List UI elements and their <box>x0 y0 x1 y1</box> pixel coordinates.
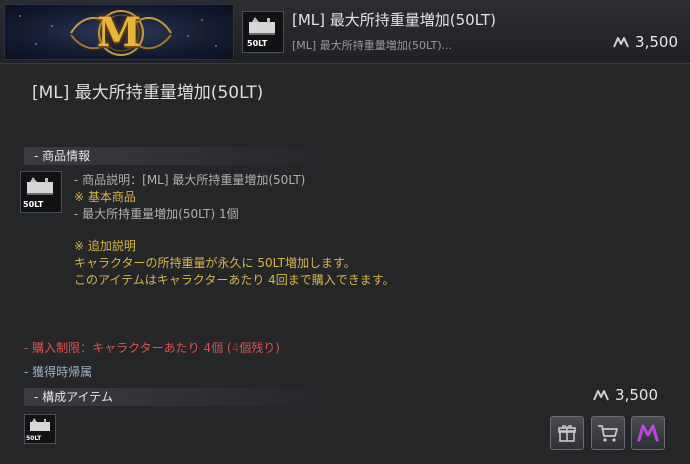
bind-on-acquire-note: - 獲得時帰属 <box>24 365 93 379</box>
additional-line-2: このアイテムはキャラクターあたり 4回まで購入できます。 <box>74 273 395 287</box>
product-info-section-header: - 商品情報 <box>24 147 324 165</box>
product-contents-line: - 最大所持重量増加(50LT) 1個 <box>74 207 239 221</box>
basic-product-note: ※ 基本商品 <box>74 190 136 204</box>
additional-line-1: キャラクターの所持重量が永久に 50LT増加します。 <box>74 256 356 270</box>
weight-item-icon: 50LT <box>247 17 275 48</box>
components-section-header: - 構成アイテム <box>24 388 324 406</box>
banner-logo-letter: M <box>96 8 142 56</box>
product-description-line: - 商品説明：[ML] 最大所持重量増加(50LT) <box>74 173 306 187</box>
additional-description: ※ 追加説明 キャラクターの所持重量が永久に 50LT増加します。 このアイテム… <box>74 238 395 289</box>
buy-with-pearls-button[interactable] <box>631 416 665 450</box>
weight-item-icon: 50LT <box>26 418 50 442</box>
total-price-value: 3,500 <box>615 386 658 404</box>
pearl-currency-icon <box>613 37 629 48</box>
header-price: 3,500 <box>613 33 678 51</box>
pearl-currency-icon <box>593 390 609 401</box>
add-to-cart-button[interactable] <box>591 416 625 450</box>
item-title: [ML] 最大所持重量増加(50LT) <box>32 83 264 103</box>
product-info-lines: - 商品説明：[ML] 最大所持重量増加(50LT) ※ 基本商品 - 最大所持… <box>74 172 305 223</box>
thumb-label: 50LT <box>247 39 268 48</box>
product-thumbnail[interactable]: 50LT <box>242 11 284 53</box>
component-item-thumbnail[interactable]: 50LT <box>24 414 56 444</box>
purchase-limit: - 購入制限：キャラクターあたり 4個 (4個残り) <box>24 341 280 355</box>
pearl-m-icon <box>637 424 659 442</box>
header-product-subtitle: [ML] 最大所持重量増加(50LT)... <box>292 39 453 52</box>
pearl-shop-banner: M <box>4 4 234 60</box>
svg-text:50LT: 50LT <box>23 200 44 209</box>
gift-button[interactable] <box>550 416 584 450</box>
additional-heading: ※ 追加説明 <box>74 239 136 253</box>
svg-text:50LT: 50LT <box>26 435 42 442</box>
gift-icon <box>558 425 576 442</box>
total-price: 3,500 <box>593 386 658 404</box>
product-header: M 50LT [ML] 最大所持重量増加(50LT) [ML] 最大所持重量増加… <box>0 0 690 64</box>
header-price-value: 3,500 <box>635 33 678 51</box>
info-item-thumbnail[interactable]: 50LT <box>20 171 62 213</box>
weight-item-icon: 50LT <box>23 177 53 209</box>
cart-icon <box>598 425 618 442</box>
header-product-title: [ML] 最大所持重量増加(50LT) <box>292 11 497 29</box>
